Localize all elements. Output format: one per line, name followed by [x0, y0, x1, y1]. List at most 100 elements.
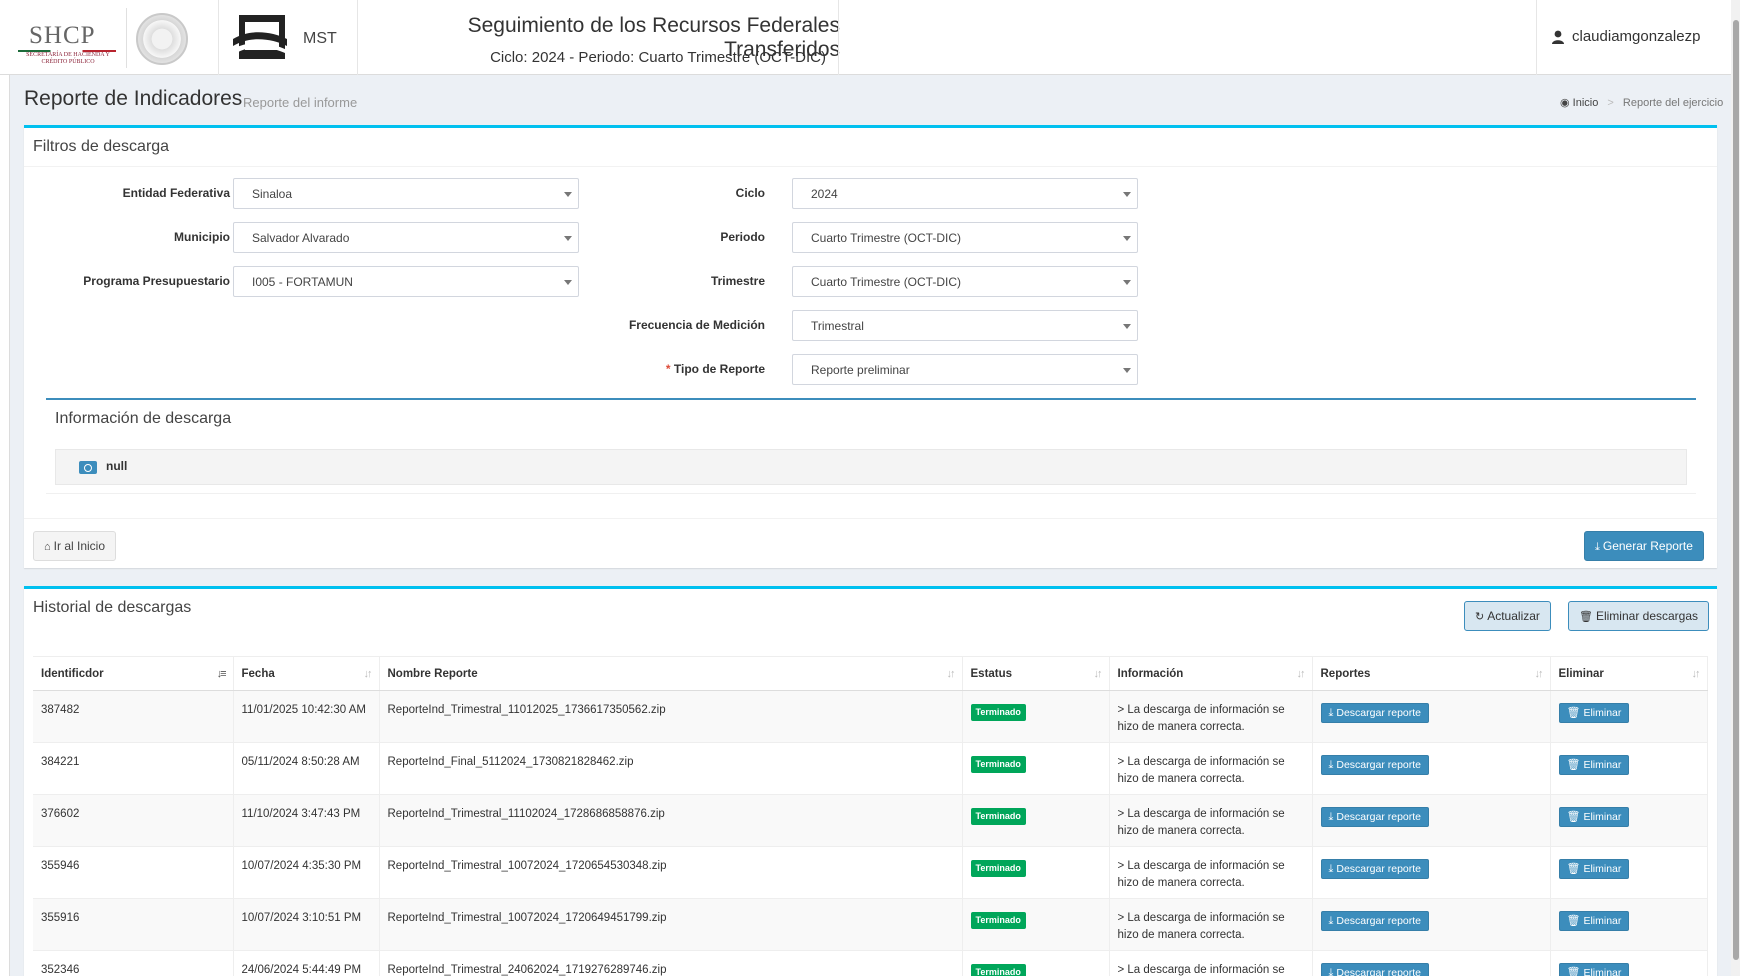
- status-badge: Terminado: [970, 756, 1026, 773]
- programa-label: Programa Presupuestario: [83, 274, 230, 288]
- breadcrumb-home-link[interactable]: Inicio: [1573, 97, 1599, 109]
- status-badge: Terminado: [970, 704, 1026, 721]
- chevron-down-icon: [1123, 368, 1131, 373]
- download-report-label: Descargar reporte: [1336, 967, 1421, 976]
- col-header-nombre[interactable]: Nombre Reporte ↓↑: [379, 656, 963, 691]
- trash-icon: 🗑: [1566, 863, 1581, 875]
- delete-row-button[interactable]: 🗑 Eliminar: [1558, 963, 1630, 976]
- programa-select[interactable]: I005 - FORTAMUN: [233, 266, 579, 297]
- col-header-estatus[interactable]: Estatus ↓↑: [962, 656, 1110, 691]
- generate-report-label: Generar Reporte: [1602, 539, 1693, 553]
- status-badge: Terminado: [970, 964, 1026, 976]
- download-info-value: null: [106, 459, 128, 473]
- download-report-button[interactable]: ⤓ Descargar reporte: [1320, 911, 1429, 931]
- table-row: 355916 10/07/2024 3:10:51 PM ReporteInd_Tr…: [33, 898, 1708, 951]
- delete-all-button[interactable]: 🗑 Eliminar descargas: [1568, 601, 1710, 631]
- breadcrumb: ◉ Inicio > Reporte del ejercicio: [1560, 96, 1723, 109]
- cell-eliminar: 🗑 Eliminar: [1550, 950, 1708, 976]
- download-report-label: Descargar reporte: [1336, 811, 1421, 823]
- cell-fecha: 11/10/2024 3:47:43 PM: [233, 794, 380, 847]
- cell-eliminar: 🗑 Eliminar: [1550, 742, 1708, 795]
- chevron-down-icon: [1123, 236, 1131, 241]
- info-line-1: > La descarga de información se: [1117, 704, 1285, 716]
- page-subtitle: Reporte del informe: [243, 95, 358, 110]
- table-row: 355946 10/07/2024 4:35:30 PM ReporteInd_Tr…: [33, 846, 1708, 899]
- col-header-id-label: Identificdor: [41, 667, 104, 680]
- trash-icon: 🗑: [1566, 967, 1581, 976]
- col-header-nombre-label: Nombre Reporte: [387, 667, 478, 680]
- trash-icon: 🗑: [1566, 759, 1581, 771]
- logo-divider: [126, 8, 127, 68]
- frecuencia-select[interactable]: Trimestral: [792, 310, 1138, 341]
- cell-id: 352346: [33, 950, 234, 976]
- sort-icon[interactable]: ↓↑: [1094, 668, 1103, 680]
- delete-row-button[interactable]: 🗑 Eliminar: [1558, 703, 1630, 723]
- app-subtitle: Ciclo: 2024 - Periodo: Cuarto Trimestre …: [490, 49, 826, 66]
- col-header-reportes[interactable]: Reportes ↓↑: [1312, 656, 1551, 691]
- download-icon: ⤓: [1328, 915, 1334, 927]
- download-icon: ⤓: [1328, 967, 1334, 976]
- periodo-select[interactable]: Cuarto Trimestre (OCT-DIC): [792, 222, 1138, 253]
- cell-info: > La descarga de información se hizo de m…: [1109, 794, 1313, 847]
- download-report-button[interactable]: ⤓ Descargar reporte: [1320, 755, 1429, 775]
- delete-row-button[interactable]: 🗑 Eliminar: [1558, 859, 1630, 879]
- chevron-down-icon: [1123, 192, 1131, 197]
- generate-report-button[interactable]: ⤓ Generar Reporte: [1584, 531, 1704, 561]
- cell-id: 376602: [33, 794, 234, 847]
- delete-row-label: Eliminar: [1583, 863, 1622, 875]
- col-header-info-label: Información: [1117, 667, 1184, 680]
- entidad-select[interactable]: Sinaloa: [233, 178, 579, 209]
- cell-estatus: Terminado: [962, 846, 1110, 899]
- cell-nombre: ReporteInd_Final_5112024_1730821828462.z…: [379, 742, 963, 795]
- download-report-button[interactable]: ⤓ Descargar reporte: [1320, 703, 1429, 723]
- delete-row-button[interactable]: 🗑 Eliminar: [1558, 911, 1630, 931]
- download-report-button[interactable]: ⤓ Descargar reporte: [1320, 859, 1429, 879]
- col-header-eliminar-label: Eliminar: [1558, 667, 1604, 680]
- cell-estatus: Terminado: [962, 690, 1110, 743]
- info-line-2: hizo de manera correcta.: [1117, 773, 1245, 785]
- sort-icon[interactable]: ↓↑: [1692, 668, 1701, 680]
- tipo-label-text: Tipo de Reporte: [673, 362, 765, 376]
- sort-icon[interactable]: ↓↑: [1535, 668, 1544, 680]
- sort-desc-icon[interactable]: ↓≡: [217, 668, 227, 680]
- ciclo-select[interactable]: 2024: [792, 178, 1138, 209]
- col-header-info[interactable]: Información ↓↑: [1109, 656, 1313, 691]
- page-scrollbar-thumb[interactable]: [1733, 20, 1739, 960]
- cell-eliminar: 🗑 Eliminar: [1550, 690, 1708, 743]
- municipio-select[interactable]: Salvador Alvarado: [233, 222, 579, 253]
- tipo-select[interactable]: Reporte preliminar: [792, 354, 1138, 385]
- user-menu[interactable]: claudiamgonzalezp: [1536, 0, 1740, 75]
- cell-info: > La descarga de información se hizo de m…: [1109, 898, 1313, 951]
- periodo-label: Periodo: [720, 230, 765, 244]
- col-header-id[interactable]: Identificdor ↓≡: [33, 656, 234, 691]
- frecuencia-value: Trimestral: [811, 319, 864, 333]
- sort-icon[interactable]: ↓↑: [364, 668, 373, 680]
- delete-row-button[interactable]: 🗑 Eliminar: [1558, 755, 1630, 775]
- download-report-button[interactable]: ⤓ Descargar reporte: [1320, 807, 1429, 827]
- page-title: Reporte de Indicadores: [24, 87, 243, 110]
- entidad-value: Sinaloa: [252, 187, 293, 201]
- refresh-button[interactable]: ↻ Actualizar: [1464, 601, 1551, 631]
- cell-reportes: ⤓ Descargar reporte: [1312, 846, 1551, 899]
- mst-logo-block: MST: [218, 0, 358, 75]
- download-info-well: null: [55, 449, 1687, 485]
- trimestre-select[interactable]: Cuarto Trimestre (OCT-DIC): [792, 266, 1138, 297]
- delete-row-button[interactable]: 🗑 Eliminar: [1558, 807, 1630, 827]
- table-row: 352346 24/06/2024 5:44:49 PM ReporteInd_Tr…: [33, 950, 1708, 976]
- info-line-1: > La descarga de información se: [1117, 860, 1285, 872]
- home-button[interactable]: ⌂ Ir al Inicio: [33, 531, 117, 561]
- info-line-1: > La descarga de información se: [1117, 912, 1285, 924]
- cell-id: 355916: [33, 898, 234, 951]
- sort-icon[interactable]: ↓↑: [1297, 668, 1306, 680]
- sort-icon[interactable]: ↓↑: [947, 668, 956, 680]
- cell-id: 387482: [33, 690, 234, 743]
- trash-icon: 🗑: [1566, 811, 1581, 823]
- filters-footer-divider: [24, 518, 1717, 519]
- cell-nombre: ReporteInd_Trimestral_11012025_173661735…: [379, 690, 963, 743]
- download-report-button[interactable]: ⤓ Descargar reporte: [1320, 963, 1429, 976]
- col-header-eliminar[interactable]: Eliminar ↓↑: [1550, 656, 1708, 691]
- cell-eliminar: 🗑 Eliminar: [1550, 898, 1708, 951]
- periodo-value: Cuarto Trimestre (OCT-DIC): [811, 231, 962, 245]
- col-header-fecha[interactable]: Fecha ↓↑: [233, 656, 380, 691]
- breadcrumb-current: Reporte del ejercicio: [1622, 97, 1724, 109]
